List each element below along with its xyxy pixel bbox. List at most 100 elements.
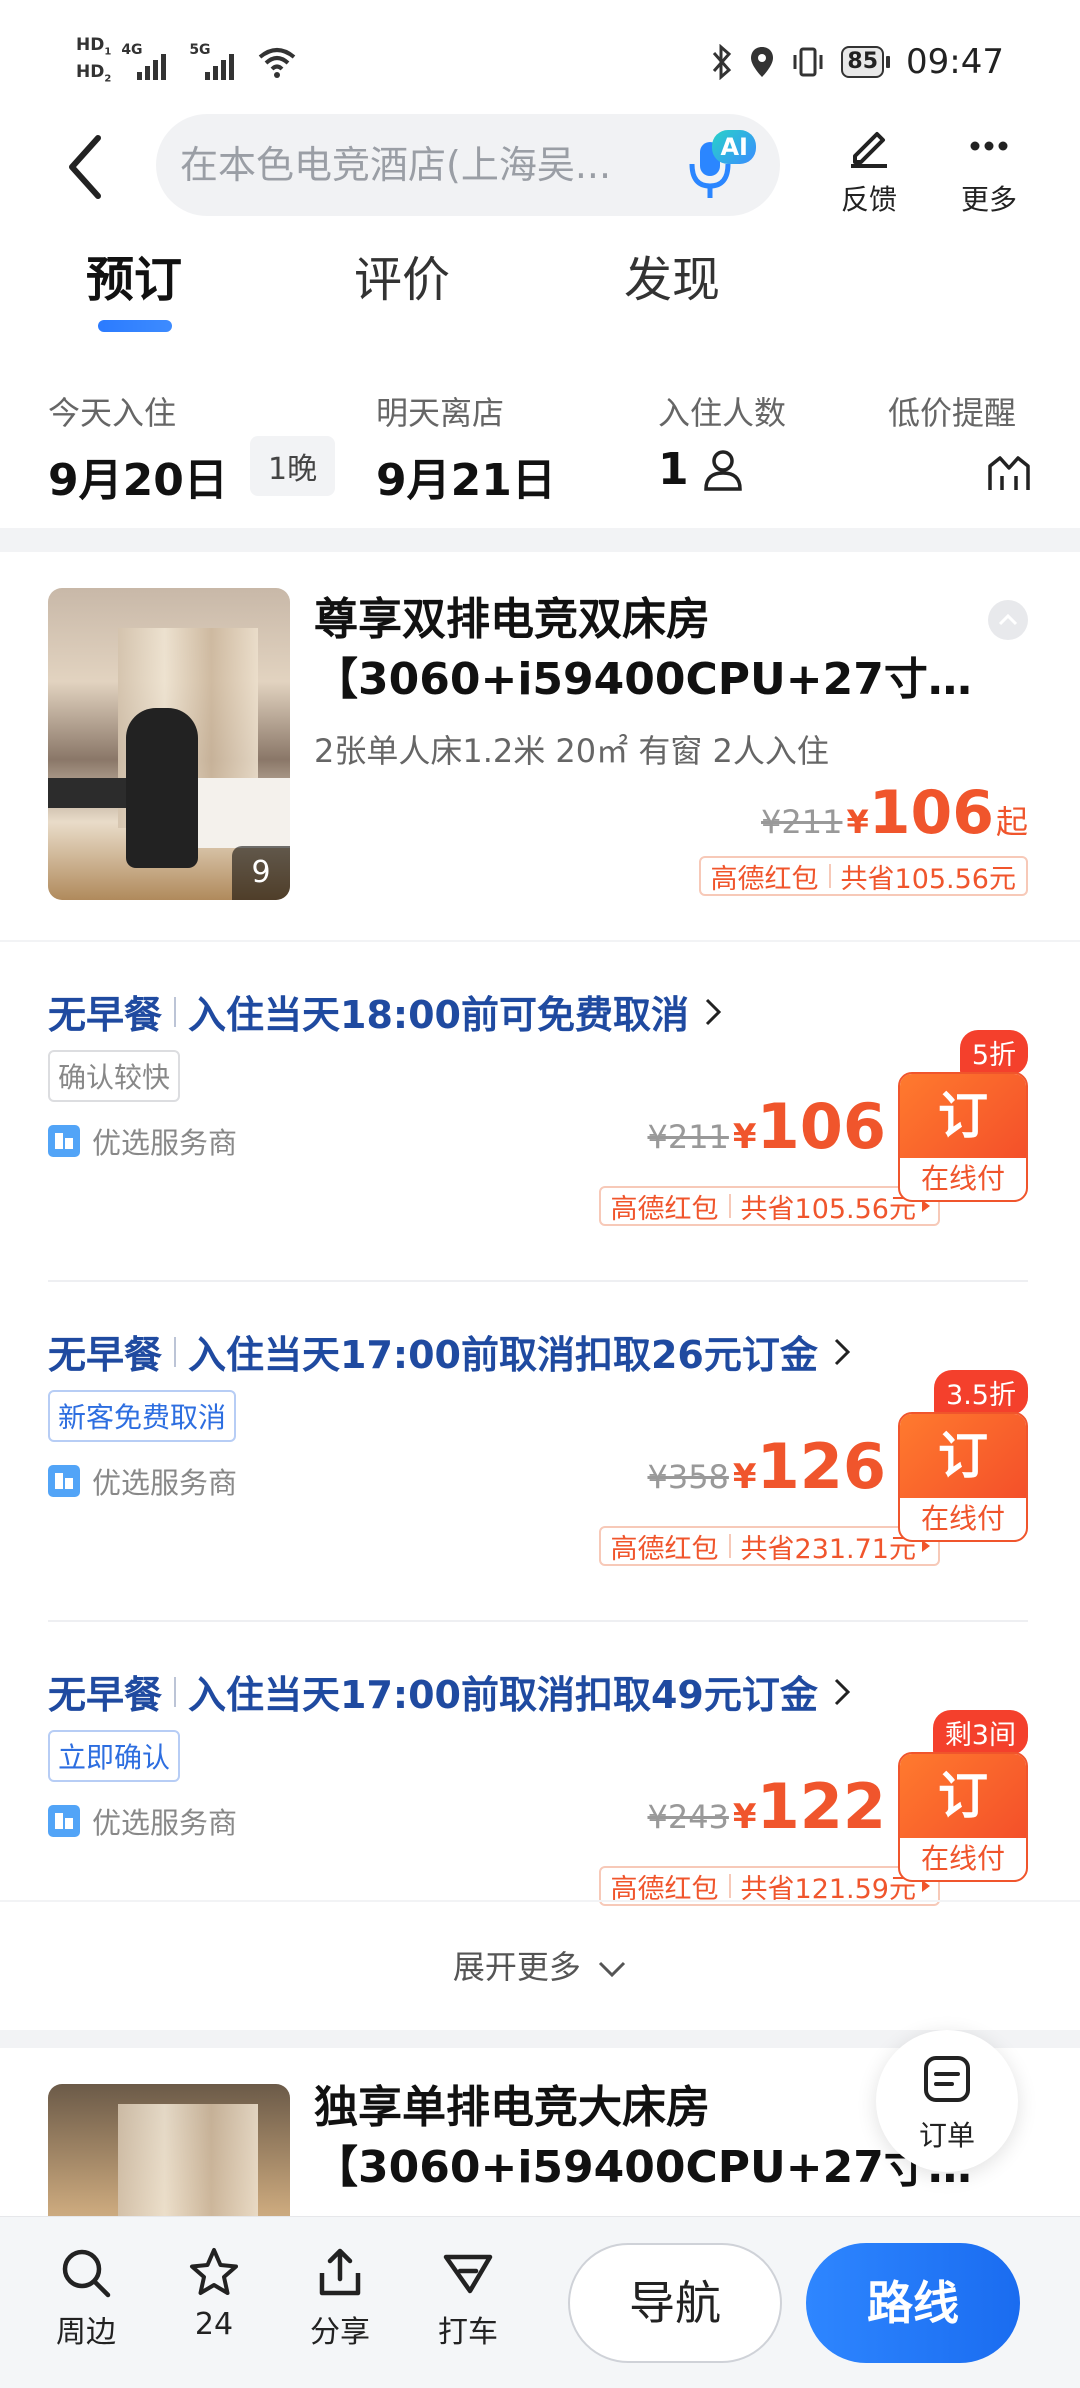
promo-name: 高德红包 (710, 863, 819, 895)
rate-plan[interactable]: 无早餐 入住当天18:00前可免费取消 确认较快 优选服务商 5折 ¥211 ¥… (0, 942, 1080, 1282)
battery-level: 85 (841, 46, 885, 78)
taxi-label: 打车 (438, 2315, 498, 2350)
more-label: 更多 (960, 183, 1017, 216)
photo-count: 9 (232, 846, 290, 900)
original-price: ¥358 (647, 1458, 729, 1496)
plan-meal: 无早餐 (48, 993, 163, 1037)
discount-badge: 5折 (959, 1030, 1028, 1075)
star-icon (190, 2248, 238, 2295)
room-photo[interactable] (48, 2084, 290, 2216)
voice-ai-button[interactable]: AI (680, 126, 762, 204)
pay-label: 在线付 (920, 1842, 1005, 1875)
promo-tag[interactable]: 高德红包 共省105.56元 (598, 1186, 940, 1226)
person-icon (703, 449, 742, 491)
room-price: ¥211 ¥ 106 起 (761, 778, 1028, 848)
nights-count: 1晚 (250, 436, 336, 496)
book-button[interactable]: 订 在线付 (898, 1752, 1028, 1882)
signal-5g-icon: 5G (189, 42, 247, 82)
search-icon (62, 2249, 111, 2298)
route-button[interactable]: 路线 (806, 2243, 1020, 2363)
price-alert-icon (988, 456, 1030, 490)
feedback-button[interactable]: 反馈 (824, 122, 914, 218)
clock: 09:47 (906, 42, 1004, 82)
guests-label: 入住人数 (658, 394, 787, 432)
chevron-down-icon (599, 1961, 626, 1978)
room-title: 尊享双排电竞双床房 【3060+i59400CPU+27寸屏+... (314, 590, 994, 710)
tab-reviews[interactable]: 评价 (354, 240, 450, 310)
expand-more-button[interactable]: 展开更多 (0, 1900, 1080, 2030)
current-price: 126 (756, 1430, 886, 1503)
book-button[interactable]: 订 在线付 (898, 1412, 1028, 1542)
order-button[interactable]: 订单 (876, 2030, 1018, 2172)
header: 在本色电竞酒店(上海吴... AI 反馈 更多 (0, 110, 1080, 220)
plan-tag: 确认较快 (48, 1050, 181, 1102)
checkin-date[interactable]: 今天入住 9月20日 (48, 388, 228, 508)
book-label: 订 (900, 1754, 1026, 1838)
plan-policy: 入住当天17:00前取消扣取26元订金 (188, 1333, 818, 1377)
provider: 优选服务商 (48, 1120, 237, 1162)
original-price: ¥243 (647, 1798, 729, 1836)
bluetooth-icon (713, 44, 732, 80)
status-left: HD1 HD2 4G 5G (76, 36, 297, 89)
promo-saving: 共省231.71元 (740, 1533, 916, 1565)
plan-title[interactable]: 无早餐 入住当天18:00前可免费取消 (48, 984, 723, 1039)
plan-title[interactable]: 无早餐 入住当天17:00前取消扣取26元订金 (48, 1324, 852, 1379)
plan-title[interactable]: 无早餐 入住当天17:00前取消扣取49元订金 (48, 1664, 852, 1719)
favorites-count: 24 (194, 2307, 234, 2342)
guests-selector[interactable]: 入住人数 1 (658, 388, 786, 495)
room-photo[interactable]: 9 (48, 588, 290, 900)
search-text: 在本色电竞酒店(上海吴... (180, 143, 612, 187)
plan-price: ¥243 ¥ 122 (647, 1770, 886, 1843)
hd1-label: HD (76, 35, 105, 55)
order-list-icon (924, 2056, 970, 2102)
share-button[interactable]: 分享 (290, 2245, 390, 2351)
promo-saving: 共省105.56元 (740, 1193, 916, 1225)
nearby-label: 周边 (56, 2315, 116, 2350)
original-price: ¥211 (761, 803, 843, 841)
status-right: 85 09:47 (711, 42, 1004, 82)
promo-tag: 高德红包 共省105.56元 (698, 856, 1028, 896)
promo-tag[interactable]: 高德红包 共省231.71元 (598, 1526, 940, 1566)
provider-label: 优选服务商 (92, 1466, 238, 1500)
plan-price: ¥358 ¥ 126 (647, 1430, 886, 1503)
checkout-value: 9月21日 (376, 455, 556, 506)
navigate-button[interactable]: 导航 (568, 2243, 782, 2363)
feedback-label: 反馈 (840, 183, 897, 216)
collapse-toggle-icon[interactable] (988, 600, 1028, 640)
back-button[interactable] (62, 132, 122, 202)
search-input[interactable]: 在本色电竞酒店(上海吴... AI (156, 114, 780, 216)
currency-symbol: ¥ (732, 1117, 757, 1157)
expand-more-label: 展开更多 (452, 1948, 581, 1986)
provider: 优选服务商 (48, 1800, 237, 1842)
location-icon (751, 47, 774, 77)
tab-active-indicator (98, 320, 172, 332)
checkin-label: 今天入住 (48, 394, 177, 432)
favorite-button[interactable]: 24 (164, 2245, 264, 2342)
room-card[interactable]: 9 尊享双排电竞双床房 【3060+i59400CPU+27寸屏+... 2张单… (0, 552, 1080, 940)
ai-badge: AI (712, 130, 756, 164)
provider-icon (48, 1465, 80, 1497)
wifi-icon (259, 48, 296, 79)
book-button[interactable]: 订 在线付 (898, 1072, 1028, 1202)
currency-symbol: ¥ (732, 1457, 757, 1497)
original-price: ¥211 (647, 1118, 729, 1156)
taxi-button[interactable]: 打车 (418, 2245, 518, 2351)
more-button[interactable]: 更多 (944, 122, 1034, 218)
rate-plan[interactable]: 无早餐 入住当天17:00前取消扣取26元订金 新客免费取消 优选服务商 3.5… (0, 1282, 1080, 1622)
book-label: 订 (900, 1414, 1026, 1498)
checkout-date[interactable]: 明天离店 9月21日 (376, 388, 556, 508)
back-arrow-icon (69, 135, 101, 199)
promo-name: 高德红包 (610, 1193, 719, 1225)
provider-icon (48, 1125, 80, 1157)
room-title-line1: 尊享双排电竞双床房 (314, 594, 710, 645)
plan-tag: 立即确认 (48, 1730, 181, 1782)
nearby-button[interactable]: 周边 (36, 2245, 136, 2351)
hd2-sub: 2 (104, 73, 112, 85)
provider-label: 优选服务商 (92, 1806, 238, 1840)
chevron-right-icon (705, 998, 722, 1025)
tab-discover[interactable]: 发现 (624, 240, 720, 310)
price-alert-button[interactable]: 低价提醒 (888, 388, 1030, 490)
tab-booking[interactable]: 预订 (86, 240, 182, 310)
battery-icon: 85 (841, 46, 891, 78)
guests-value: 1 (658, 444, 786, 495)
